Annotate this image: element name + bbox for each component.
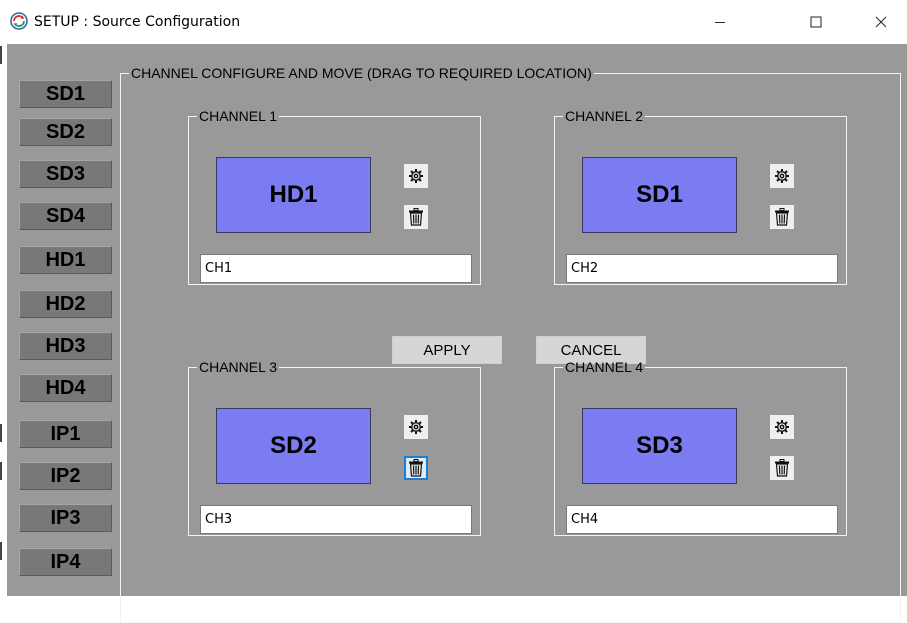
channel-delete-button[interactable]: [770, 205, 794, 229]
edge-mark: [0, 46, 2, 64]
trash-icon: [774, 459, 790, 477]
client-area: SD1 SD2 SD3 SD4 HD1 HD2 HD3 HD4 IP1 IP2 …: [7, 44, 907, 596]
source-button-hd4[interactable]: HD4: [19, 374, 112, 402]
channel-settings-button[interactable]: [404, 164, 428, 188]
close-button[interactable]: [858, 0, 904, 44]
channel-title: CHANNEL 2: [563, 109, 645, 123]
maximize-button[interactable]: [793, 0, 839, 44]
source-button-sd4[interactable]: SD4: [19, 202, 112, 230]
source-button-hd2[interactable]: HD2: [19, 290, 112, 318]
gear-icon: [774, 168, 790, 184]
maximize-icon: [810, 16, 822, 28]
channel-4-group: CHANNEL 4 SD3: [554, 360, 847, 536]
gear-icon: [774, 419, 790, 435]
source-button-hd1[interactable]: HD1: [19, 246, 112, 274]
gear-icon: [408, 168, 424, 184]
channel-source-tile[interactable]: HD1: [216, 157, 371, 233]
source-button-sd1[interactable]: SD1: [19, 80, 112, 108]
channel-source-tile[interactable]: SD1: [582, 157, 737, 233]
source-button-ip1[interactable]: IP1: [19, 420, 112, 448]
window-title: SETUP : Source Configuration: [34, 14, 240, 30]
source-button-ip4[interactable]: IP4: [19, 548, 112, 576]
channel-3-group: CHANNEL 3 SD2: [188, 360, 481, 536]
channel-settings-button[interactable]: [770, 164, 794, 188]
title-bar: SETUP : Source Configuration: [0, 0, 907, 44]
channel-name-input[interactable]: [200, 505, 472, 534]
edge-mark: [0, 424, 2, 442]
close-icon: [875, 16, 887, 28]
channel-title: CHANNEL 1: [197, 109, 279, 123]
channels-area: CHANNEL 1 HD1: [120, 66, 901, 623]
trash-icon: [408, 208, 424, 226]
app-icon: [10, 12, 28, 30]
channel-title: CHANNEL 3: [197, 360, 279, 374]
source-button-hd3[interactable]: HD3: [19, 332, 112, 360]
channel-delete-button[interactable]: [404, 456, 428, 480]
channel-delete-button[interactable]: [770, 456, 794, 480]
gear-icon: [408, 419, 424, 435]
channel-delete-button[interactable]: [404, 205, 428, 229]
trash-icon: [408, 459, 424, 477]
source-button-ip3[interactable]: IP3: [19, 504, 112, 532]
channel-1-group: CHANNEL 1 HD1: [188, 109, 481, 285]
trash-icon: [774, 208, 790, 226]
channel-source-tile[interactable]: SD3: [582, 408, 737, 484]
channel-2-group: CHANNEL 2 SD1: [554, 109, 847, 285]
minimize-icon: [714, 16, 726, 28]
channel-settings-button[interactable]: [404, 415, 428, 439]
edge-mark: [0, 462, 2, 480]
source-button-ip2[interactable]: IP2: [19, 462, 112, 490]
channel-name-input[interactable]: [566, 505, 838, 534]
window-left-edge: [0, 44, 7, 596]
source-button-sd3[interactable]: SD3: [19, 160, 112, 188]
channel-name-input[interactable]: [200, 254, 472, 283]
edge-mark: [0, 542, 2, 560]
channel-source-tile[interactable]: SD2: [216, 408, 371, 484]
channel-settings-button[interactable]: [770, 415, 794, 439]
minimize-button[interactable]: [697, 0, 743, 44]
channel-title: CHANNEL 4: [563, 360, 645, 374]
source-button-sd2[interactable]: SD2: [19, 118, 112, 146]
channel-name-input[interactable]: [566, 254, 838, 283]
